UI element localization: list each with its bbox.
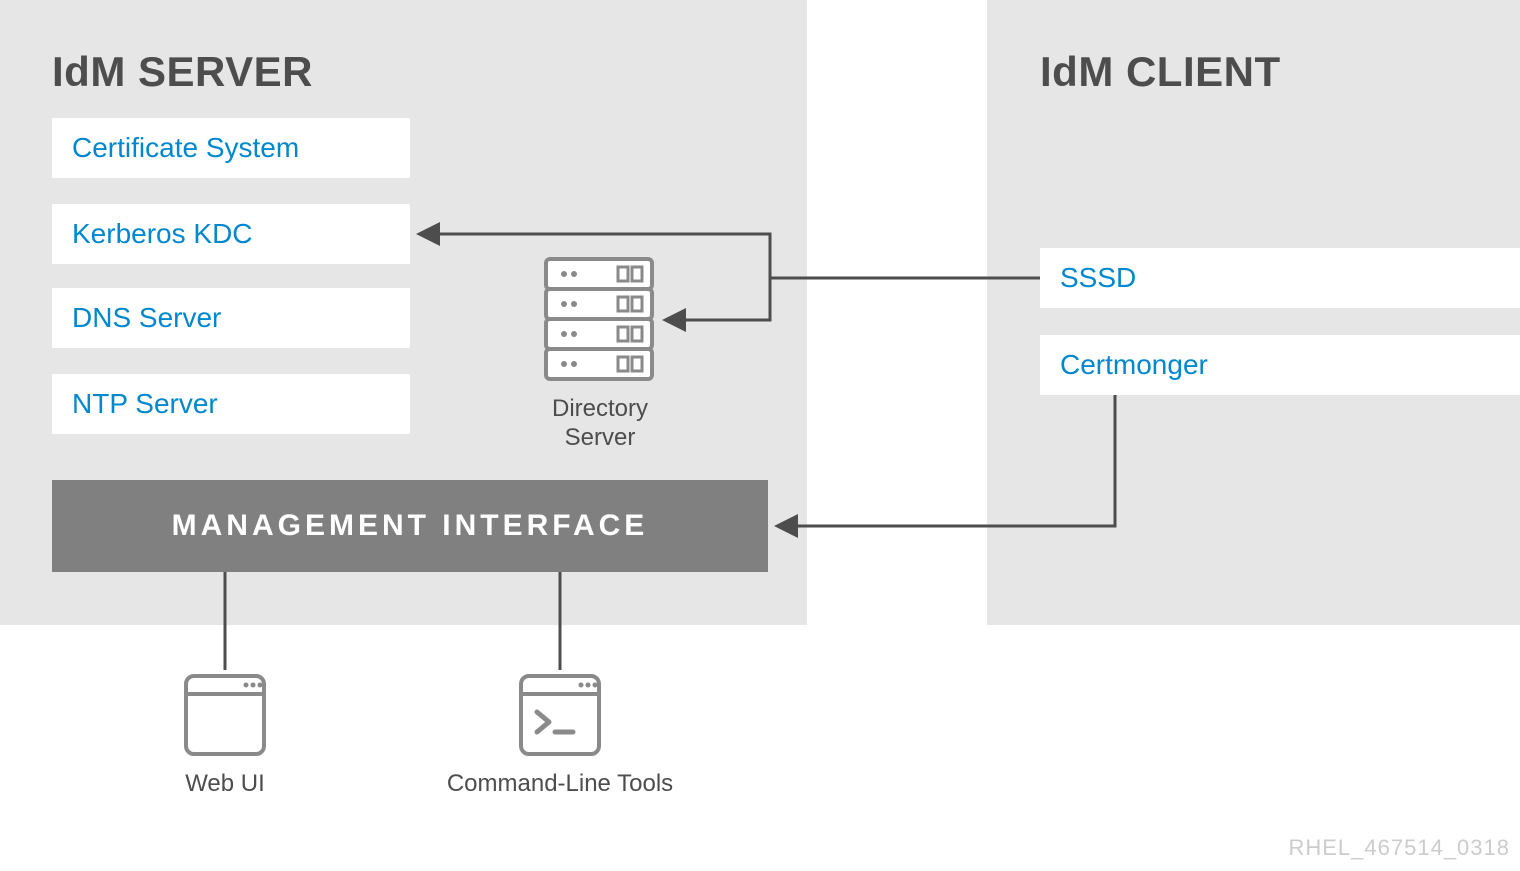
directory-server-icon	[542, 255, 656, 385]
web-ui-icon	[180, 670, 270, 760]
reference-id: RHEL_467514_0318	[1288, 835, 1510, 861]
kerberos-kdc-box: Kerberos KDC	[52, 204, 410, 264]
client-title: IdM CLIENT	[1040, 48, 1281, 96]
sssd-box: SSSD	[1040, 248, 1520, 308]
ntp-server-box: NTP Server	[52, 374, 410, 434]
certmonger-box: Certmonger	[1040, 335, 1520, 395]
cli-label: Command-Line Tools	[430, 770, 690, 798]
server-title: IdM SERVER	[52, 48, 313, 96]
management-interface-bar: MANAGEMENT INTERFACE	[52, 480, 768, 572]
web-ui-label: Web UI	[120, 770, 330, 798]
cli-icon	[515, 670, 605, 760]
directory-server-label: DirectoryServer	[520, 395, 680, 453]
diagram-canvas: IdM SERVER IdM CLIENT Certificate System…	[0, 0, 1520, 871]
certificate-system-box: Certificate System	[52, 118, 410, 178]
dns-server-box: DNS Server	[52, 288, 410, 348]
